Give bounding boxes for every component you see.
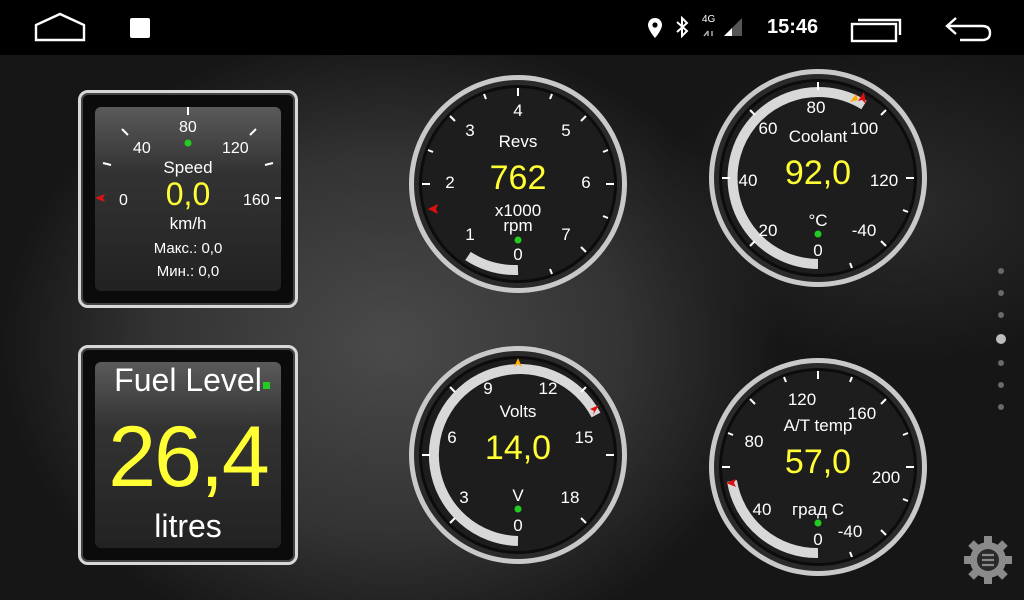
revs-tick-label: 0 (513, 245, 522, 264)
at-temp-tick-label: 200 (872, 468, 900, 487)
volts-tick-label: 6 (447, 428, 456, 447)
speed-tick-label: 0 (119, 192, 128, 209)
speed-tick-label: 120 (222, 140, 249, 157)
at-temp-zero-label: 0 (813, 530, 822, 549)
fuel-level-panel[interactable]: Fuel Level 26,4 litres (78, 345, 298, 565)
coolant-tick-label: 80 (807, 98, 826, 117)
page-dot[interactable] (998, 360, 1004, 366)
revs-tick-label: 4 (513, 101, 522, 120)
volts-value: 14,0 (485, 429, 551, 467)
volts-tick-label: 15 (575, 428, 594, 447)
speed-tick-label: 80 (179, 119, 197, 136)
coolant-tick-label: 40 (739, 171, 758, 190)
coolant-tick-label: -40 (852, 221, 877, 240)
coolant-tick-label: 60 (759, 119, 778, 138)
page-dot[interactable] (998, 268, 1004, 274)
coolant-unit: °C (808, 211, 827, 230)
fuel-status-dot (263, 382, 270, 389)
at-temp-tick-label: -40 (838, 522, 863, 541)
volts-tick-label: 9 (483, 379, 492, 398)
revs-tick-label: 6 (581, 173, 590, 192)
coolant-gauge[interactable]: 20 40 60 80 100 120 -40 Coolant 92,0 °C … (706, 66, 930, 290)
volts-unit: V (512, 486, 524, 505)
speed-gauge: 0 40 80 120 160 Speed 0,0 km/h Макс.: 0,… (95, 107, 281, 280)
at-temp-gauge[interactable]: 40 80 120 160 200 -40 A/T temp 57,0 град… (706, 355, 930, 579)
coolant-tick-label: 100 (850, 119, 878, 138)
at-temp-status-dot (814, 519, 822, 527)
fuel-title: Fuel Level (114, 362, 262, 398)
revs-tick-label: 7 (561, 225, 570, 244)
page-dot[interactable] (998, 312, 1004, 318)
at-temp-tick-label: 40 (753, 500, 772, 519)
page-indicator (996, 268, 1006, 426)
coolant-status-dot (814, 230, 822, 238)
coolant-tick-label: 20 (759, 221, 778, 240)
at-temp-value: 57,0 (785, 443, 851, 481)
fuel-value: 26,4 (108, 409, 269, 505)
speed-value: 0,0 (166, 176, 210, 212)
volts-tick-label: 12 (539, 379, 558, 398)
speed-panel[interactable]: 0 40 80 120 160 Speed 0,0 km/h Макс.: 0,… (78, 90, 298, 308)
speed-unit: km/h (170, 214, 207, 233)
speed-tick-label: 160 (243, 192, 270, 209)
speed-max: Макс.: 0,0 (154, 240, 223, 257)
location-pin-icon (648, 18, 662, 38)
revs-tick-label: 5 (561, 121, 570, 140)
volts-tick-label: 3 (459, 488, 468, 507)
page-dot[interactable] (998, 290, 1004, 296)
speed-needle-marker (95, 194, 105, 202)
revs-tick-label: 2 (445, 173, 454, 192)
status-bar: 4G 15:46 (0, 0, 1024, 55)
revs-value: 762 (490, 159, 547, 197)
clock-time: 15:46 (767, 16, 819, 38)
settings-gear-icon[interactable] (962, 534, 1014, 586)
revs-tick-label: 3 (465, 121, 474, 140)
volts-title: Volts (500, 402, 537, 421)
at-temp-tick-label: 80 (745, 432, 764, 451)
revs-unit-rpm: rpm (503, 216, 532, 235)
revs-title: Revs (499, 132, 538, 151)
recent-apps-square-icon[interactable] (129, 17, 151, 39)
coolant-value: 92,0 (785, 154, 851, 192)
page-dot-active[interactable] (996, 334, 1006, 344)
at-temp-unit: град С (792, 500, 844, 519)
volts-zero-label: 0 (513, 516, 522, 535)
bluetooth-icon (676, 15, 689, 39)
page-dot[interactable] (998, 382, 1004, 388)
signal-icon (703, 18, 742, 37)
revs-gauge[interactable]: 0 1 2 3 4 5 6 7 Revs 762 x1000 rpm (406, 72, 630, 296)
revs-tick-label: 1 (465, 225, 474, 244)
coolant-zero-label: 0 (813, 241, 822, 260)
fuel-unit: litres (154, 508, 222, 544)
home-icon[interactable] (34, 12, 86, 42)
speed-min: Мин.: 0,0 (157, 263, 220, 280)
speed-title: Speed (163, 158, 212, 177)
speed-status-dot (184, 139, 192, 147)
coolant-title: Coolant (789, 127, 848, 146)
volts-tick-label: 18 (561, 488, 580, 507)
multi-window-icon[interactable] (850, 15, 902, 43)
revs-status-dot (514, 236, 522, 244)
at-temp-title: A/T temp (784, 416, 853, 435)
volts-status-dot (514, 505, 522, 513)
coolant-tick-label: 120 (870, 171, 898, 190)
page-dot[interactable] (998, 404, 1004, 410)
volts-gauge[interactable]: 3 6 9 12 15 18 Volts 14,0 V 0 (406, 343, 630, 567)
speed-tick-label: 40 (133, 140, 151, 157)
at-temp-tick-label: 120 (788, 390, 816, 409)
back-icon[interactable] (944, 15, 992, 43)
